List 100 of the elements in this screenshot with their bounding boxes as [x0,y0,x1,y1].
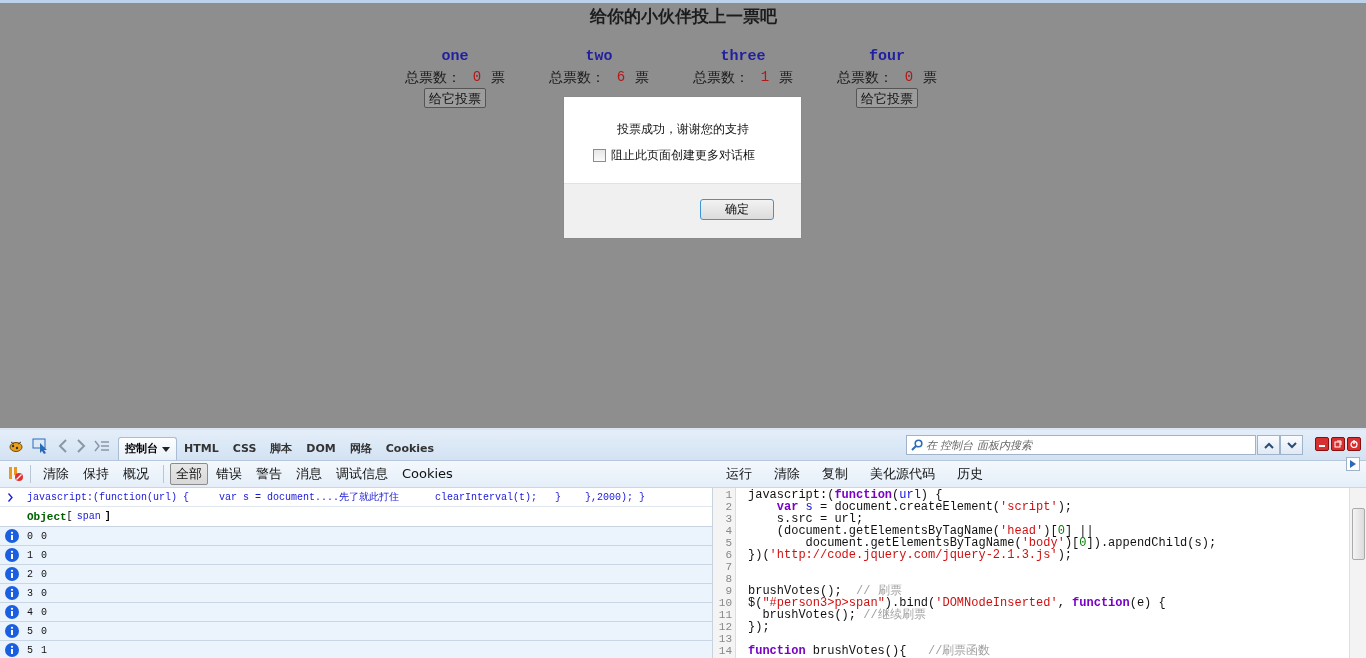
code-line: }); [748,620,770,634]
checkbox[interactable] [593,149,606,162]
info-icon [5,586,19,600]
filter-button[interactable]: 调试信息 [330,463,394,485]
vote-label: 总票数： [548,68,605,87]
panel-tab[interactable]: Cookies [378,437,442,460]
line-number: 11 [717,609,732,621]
log-value: 0 [41,587,48,599]
prompt-icon [8,492,13,502]
line-number: 5 [724,537,732,549]
log-index: 1 [27,549,33,561]
search-input[interactable]: 在 控制台 面板内搜索 [926,438,1246,452]
log-value: 0 [41,625,48,637]
search-icon [911,439,923,451]
power-icon [1350,440,1358,448]
info-icon [5,605,19,619]
info-icon [5,624,19,638]
filter-button[interactable]: 错误 [210,463,248,485]
object-value[interactable]: span [76,511,101,522]
vote-unit: 票 [491,68,506,87]
code-line: document.getElementsByTagName('body')[0]).appendChild(s); [805,536,1217,550]
editor-button[interactable]: 运行 [720,463,758,485]
filter-button[interactable]: 保持 [77,463,115,485]
editor-button[interactable]: 美化源代码 [864,463,941,485]
close-button[interactable] [1347,437,1361,451]
candidate-name: one [441,48,469,66]
line-number: 10 [717,597,732,609]
panel-tab[interactable]: 控制台 [118,437,177,460]
play-icon [1350,460,1356,468]
vote-unit: 票 [779,68,794,87]
line-number: 1 [724,489,732,501]
inspect-icon[interactable] [32,438,50,454]
log-index: 5 [27,644,33,656]
vote-count: 0 [904,68,914,87]
filter-button[interactable]: 警告 [250,463,288,485]
line-number: 8 [724,573,732,585]
line-number: 2 [724,501,732,513]
checkbox-label[interactable]: 阻止此页面创建更多对话框 [611,147,755,164]
line-number: 14 [717,645,732,657]
search-field[interactable]: 在 控制台 面板内搜索 [906,435,1256,455]
restore-icon [1334,440,1342,448]
candidate-name: three [720,48,766,66]
bracket: [ [66,511,73,522]
bug-icon[interactable] [8,439,24,453]
line-number: 4 [724,525,732,537]
object-type: Object [27,510,67,523]
code-line: s.src = url; [775,512,864,526]
log-index: 0 [27,530,33,542]
next-button[interactable] [1280,435,1303,455]
ok-button[interactable]: 确定 [700,199,774,220]
code-line: var s = document.createElement('script'); [776,500,1073,514]
vote-button[interactable]: 给它投票 [424,88,486,108]
candidate-name: two [585,48,613,66]
panel-tab[interactable]: 网络 [342,437,379,460]
chevron-up-icon [1263,441,1274,449]
log-value: 0 [41,549,48,561]
line-number: 13 [717,633,732,645]
bracket: ] [104,511,111,522]
log-value: 0 [41,568,48,580]
code-line: (document.getElementsByTagName('head')[0] || [775,524,1094,538]
pause-icon[interactable] [8,466,24,482]
editor-button[interactable]: 复制 [816,463,854,485]
code-line: javascript:(function(url) { [748,488,943,502]
filter-button[interactable]: 全部 [170,463,208,485]
expand-button[interactable] [1346,457,1360,471]
filter-button[interactable]: 概况 [117,463,155,485]
vote-label: 总票数： [836,68,893,87]
log-value: 0 [41,606,48,618]
code-line: brushVotes(); // 刷票 [748,584,902,598]
filter-button[interactable]: 清除 [37,463,75,485]
panel-tab[interactable]: 脚本 [263,437,300,460]
panel-tab[interactable]: HTML [177,437,226,460]
vote-label: 总票数： [404,68,461,87]
page-title: 给你的小伙伴投上一票吧 [588,5,778,28]
vote-unit: 票 [635,68,650,87]
log-value: 1 [41,644,48,656]
panel-tab[interactable]: DOM [299,437,343,460]
previous-button[interactable] [1257,435,1280,455]
code-line: function brushVotes(){ //刷票函数 [748,644,991,658]
dialog-message: 投票成功，谢谢您的支持 [615,121,750,138]
detach-button[interactable] [1331,437,1345,451]
minimize-button[interactable] [1315,437,1329,451]
editor-button[interactable]: 清除 [768,463,806,485]
line-number: 9 [724,585,732,597]
log-index: 5 [27,625,33,637]
chevron-down-icon [1286,441,1297,449]
line-number: 6 [724,549,732,561]
line-number: 12 [717,621,732,633]
info-icon [5,567,19,581]
vote-label: 总票数： [692,68,749,87]
log-index: 2 [27,568,33,580]
vote-button[interactable]: 给它投票 [856,88,918,108]
log-index: 4 [27,606,33,618]
scrollbar[interactable] [1349,488,1366,658]
editor-button[interactable]: 历史 [951,463,989,485]
line-number: 3 [724,513,732,525]
panel-tab[interactable]: CSS [225,437,264,460]
filter-button[interactable]: 消息 [290,463,328,485]
candidate-name: four [869,48,905,66]
filter-button[interactable]: Cookies [396,463,459,485]
